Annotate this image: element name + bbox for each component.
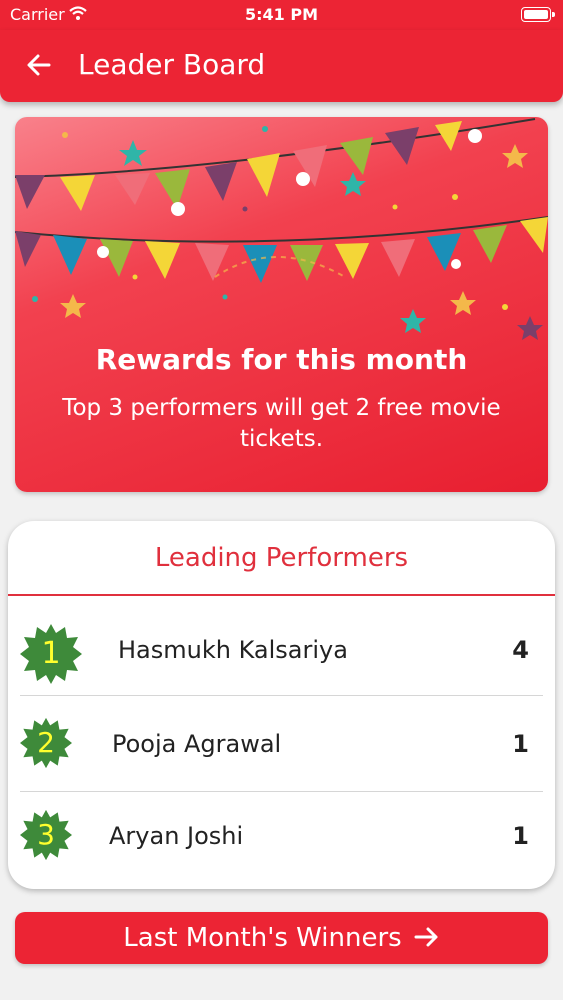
performer-score: 1 (512, 822, 529, 850)
rank-badge-icon: 2 (20, 717, 72, 769)
clock: 5:41 PM (244, 5, 318, 24)
list-item[interactable]: 3 Aryan Joshi 1 (20, 793, 543, 885)
list-item[interactable]: 1 Hasmukh Kalsariya 4 (20, 604, 543, 696)
status-bar: Carrier 5:41 PM (0, 0, 563, 30)
list-item[interactable]: 2 Pooja Agrawal 1 (20, 700, 543, 792)
rewards-banner: Rewards for this month Top 3 performers … (15, 117, 548, 492)
performer-name: Hasmukh Kalsariya (118, 636, 348, 664)
title-divider (8, 594, 555, 596)
last-months-winners-button[interactable]: Last Month's Winners (15, 912, 548, 964)
row-divider (20, 695, 543, 696)
row-divider (20, 791, 543, 792)
rank-number: 1 (41, 636, 61, 671)
rewards-description: Top 3 performers will get 2 free movie t… (62, 395, 501, 452)
performer-name: Pooja Agrawal (112, 730, 282, 758)
winners-button-label: Last Month's Winners (123, 923, 402, 953)
rewards-headline: Rewards for this month (95, 343, 468, 376)
rank-badge-icon: 1 (20, 623, 82, 685)
performer-score: 4 (512, 636, 529, 664)
card-title: Leading Performers (154, 543, 409, 573)
arrow-left-icon[interactable] (22, 48, 56, 82)
leading-performers-card: Leading Performers 1 Hasmukh Kalsariya 4… (8, 521, 555, 889)
rank-badge-icon: 3 (20, 809, 72, 861)
performer-name: Aryan Joshi (109, 822, 244, 850)
page-title: Leader Board (78, 48, 266, 81)
battery-icon (521, 7, 555, 22)
rank-number: 2 (37, 726, 55, 759)
rank-number: 3 (37, 818, 55, 851)
header-bar: Leader Board (0, 30, 563, 102)
performer-score: 1 (512, 730, 529, 758)
arrow-right-icon (414, 923, 440, 953)
